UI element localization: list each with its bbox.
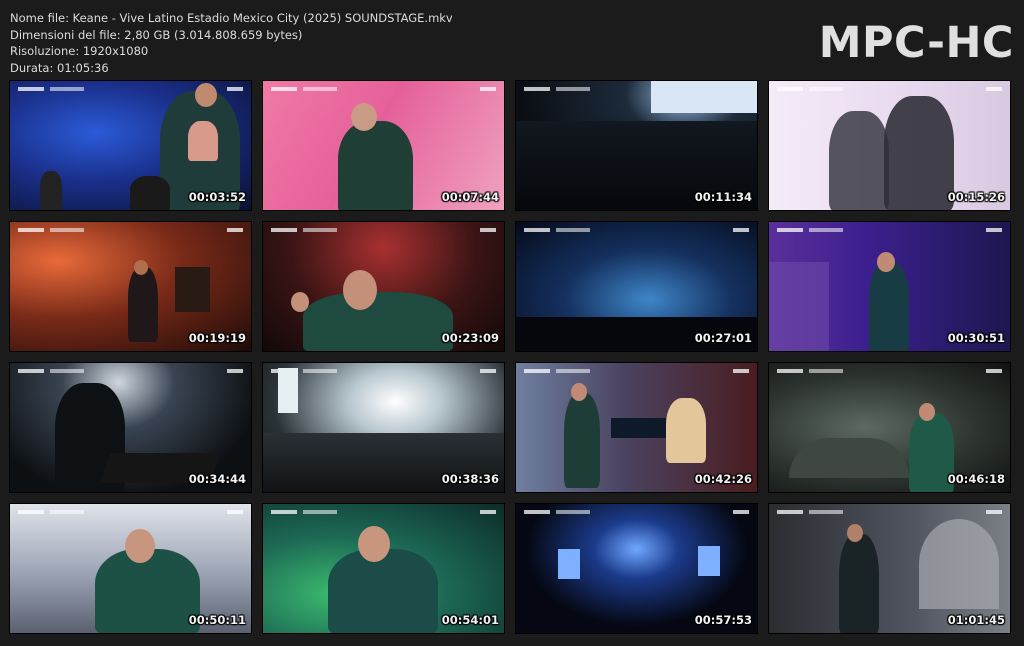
file-info: Nome file: Keane - Vive Latino Estadio M…	[10, 10, 453, 76]
thumbnail: 00:11:34	[515, 80, 758, 211]
thumbnail-timestamp: 00:42:26	[694, 472, 752, 486]
thumbnail-grid: 00:03:52 00:07:44 00:11:34 00:15:26 00:1…	[9, 80, 1011, 634]
thumbnail: 00:19:19	[9, 221, 252, 352]
thumbnail: 00:34:44	[9, 362, 252, 493]
duration: Durata: 01:05:36	[10, 60, 109, 75]
thumbnail-timestamp: 00:23:09	[441, 331, 499, 345]
thumbnail: 00:57:53	[515, 503, 758, 634]
file-size: Dimensioni del file: 2,80 GB (3.014.808.…	[10, 27, 303, 42]
thumbnail: 00:38:36	[262, 362, 505, 493]
thumbnail-timestamp: 00:50:11	[188, 613, 246, 627]
thumbnail-timestamp: 00:34:44	[188, 472, 246, 486]
thumbnail-timestamp: 01:01:45	[947, 613, 1005, 627]
thumbnail: 00:30:51	[768, 221, 1011, 352]
thumbnail-timestamp: 00:03:52	[188, 190, 246, 204]
thumbnail: 00:07:44	[262, 80, 505, 211]
thumbnail-timestamp: 00:15:26	[947, 190, 1005, 204]
thumbnail: 01:01:45	[768, 503, 1011, 634]
thumbnail: 00:50:11	[9, 503, 252, 634]
thumbnail-timestamp: 00:57:53	[694, 613, 752, 627]
thumbnail: 00:23:09	[262, 221, 505, 352]
thumbnail: 00:42:26	[515, 362, 758, 493]
thumbnail-timestamp: 00:07:44	[441, 190, 499, 204]
thumbnail-timestamp: 00:11:34	[694, 190, 752, 204]
thumbnail-timestamp: 00:38:36	[441, 472, 499, 486]
thumbnail: 00:54:01	[262, 503, 505, 634]
thumbnail-timestamp: 00:19:19	[188, 331, 246, 345]
resolution: Risoluzione: 1920x1080	[10, 44, 149, 58]
thumbnail-timestamp: 00:54:01	[441, 613, 499, 627]
thumbnail: 00:27:01	[515, 221, 758, 352]
thumbnail: 00:15:26	[768, 80, 1011, 211]
thumbnail-timestamp: 00:27:01	[694, 331, 752, 345]
thumbnail-timestamp: 00:46:18	[947, 472, 1005, 486]
mpc-hc-logo: MPC-HC	[818, 18, 1014, 68]
thumbnail: 00:46:18	[768, 362, 1011, 493]
thumbnail: 00:03:52	[9, 80, 252, 211]
thumbnail-timestamp: 00:30:51	[947, 331, 1005, 345]
file-name: Nome file: Keane - Vive Latino Estadio M…	[10, 11, 453, 25]
